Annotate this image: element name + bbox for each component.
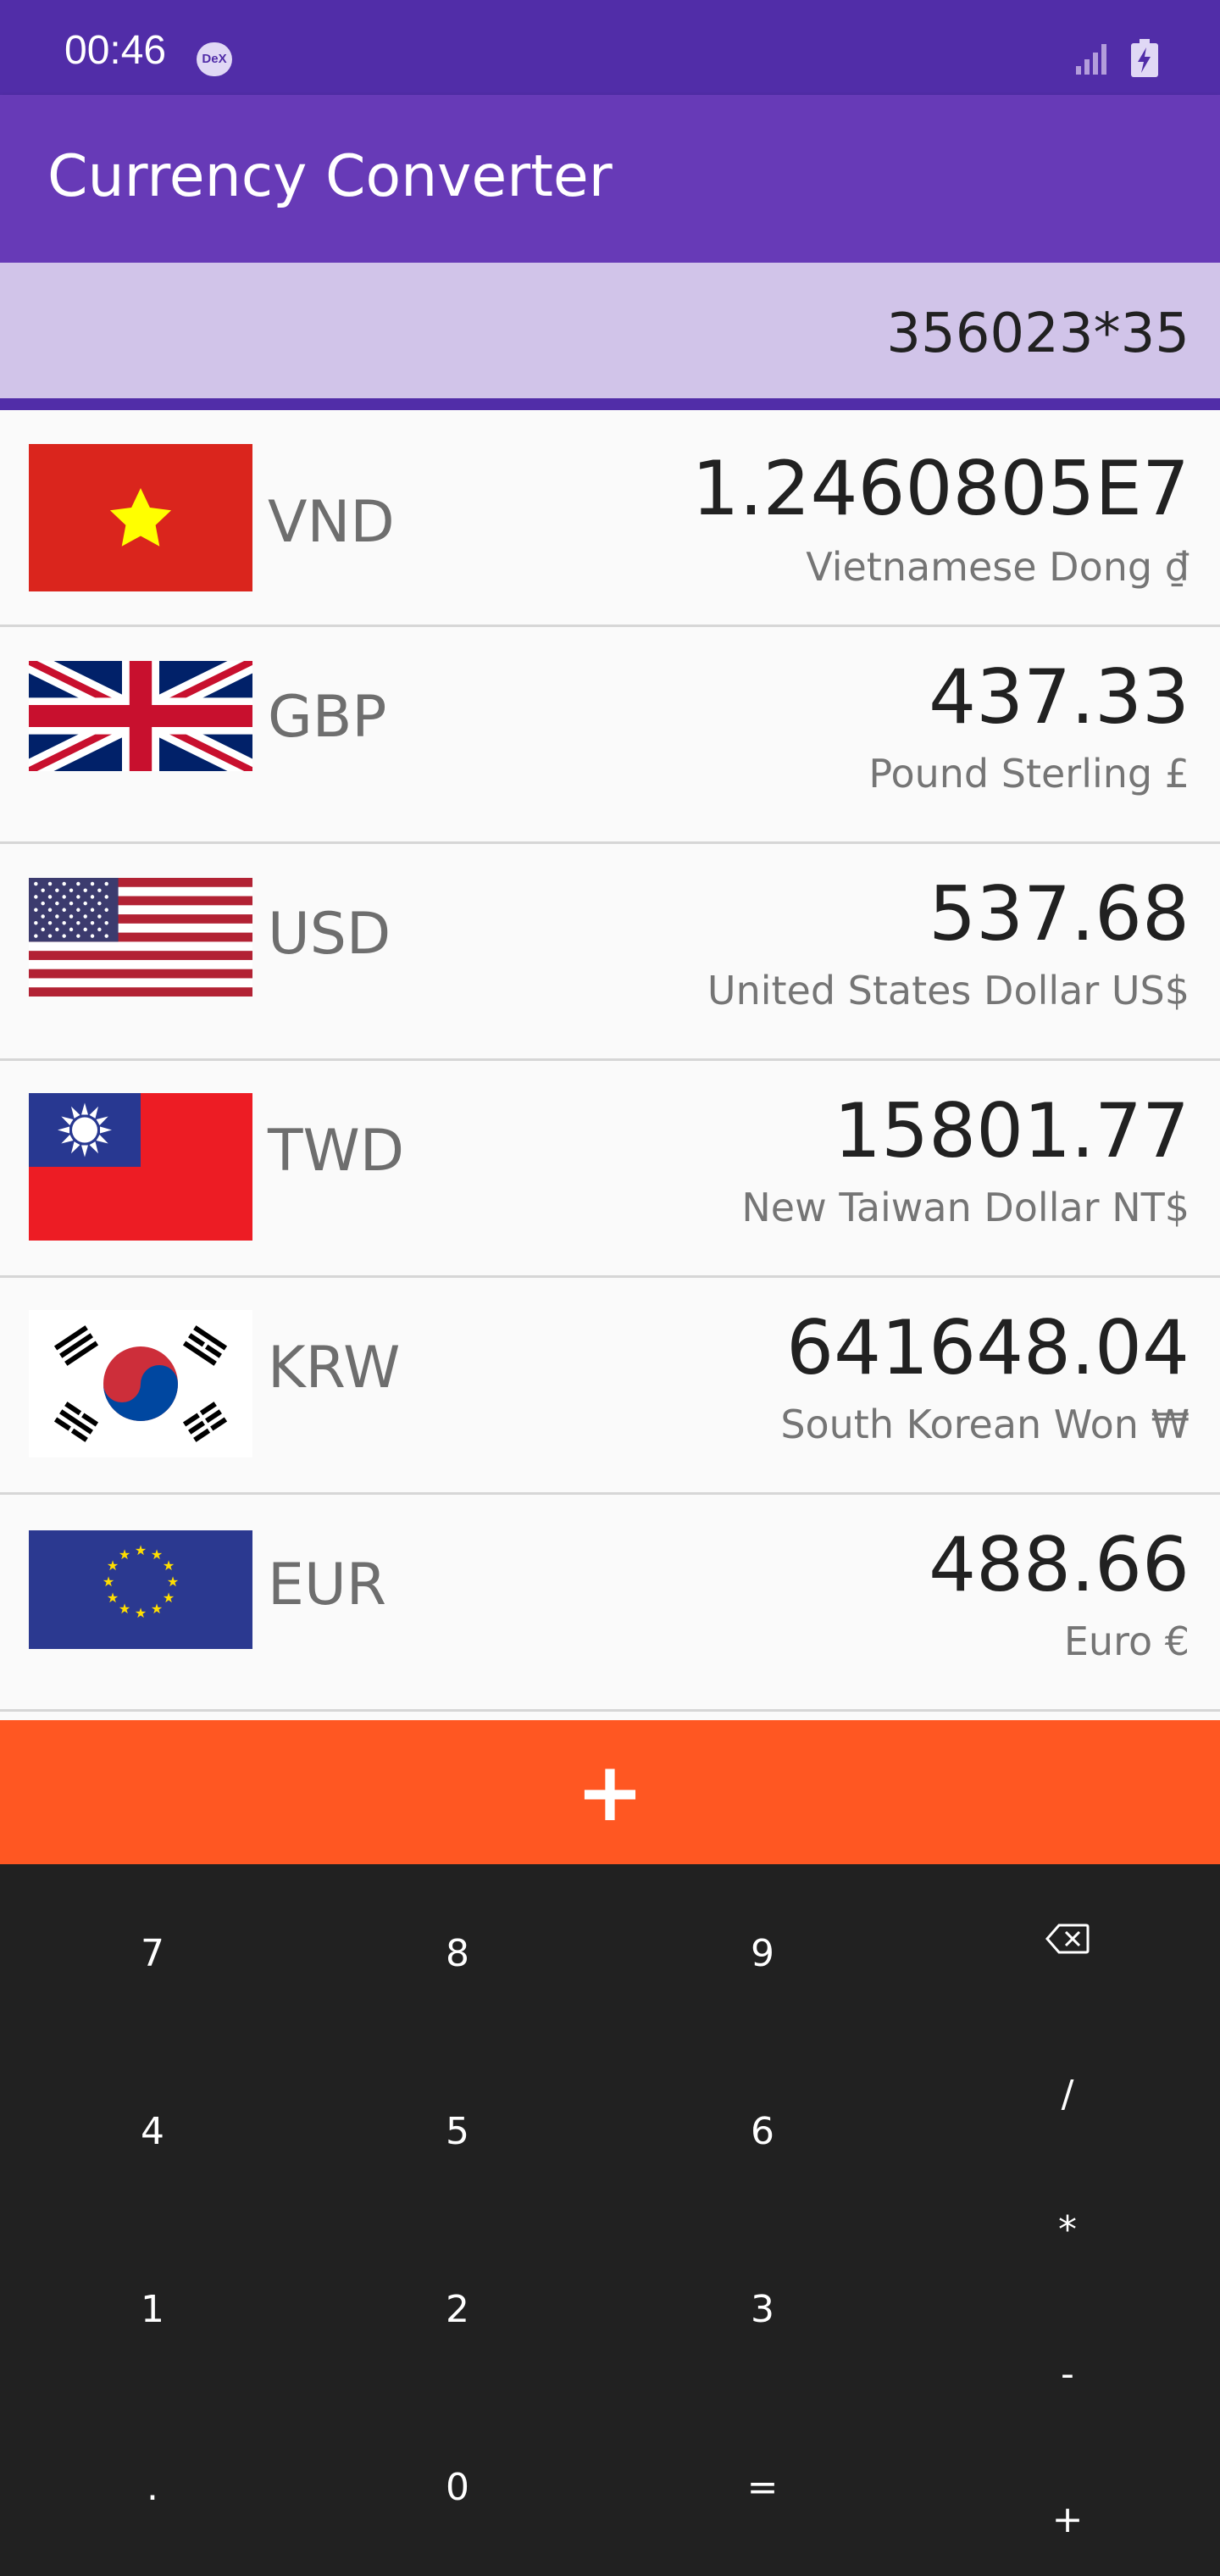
battery-charging-icon: [1130, 39, 1159, 78]
app-bar: Currency Converter: [0, 95, 1220, 263]
svg-text:★: ★: [119, 1546, 130, 1563]
currency-value: 437.33: [929, 653, 1190, 741]
currency-value: 537.68: [929, 870, 1190, 958]
currency-code: VND: [268, 489, 395, 556]
currency-code: EUR: [268, 1552, 386, 1618]
key-9[interactable]: 9: [678, 1935, 847, 1973]
dex-badge: DeX: [197, 42, 232, 76]
status-time: 00:46: [64, 28, 167, 73]
svg-text:★: ★: [151, 1601, 163, 1617]
svg-text:★: ★: [107, 1557, 119, 1574]
keypad: 7 8 9 4 5 6 1 2 3 . 0 = / * - +: [0, 1864, 1220, 2576]
korea-flag-icon: [29, 1310, 252, 1457]
key-3[interactable]: 3: [678, 2291, 847, 2329]
key-8[interactable]: 8: [373, 1935, 542, 1973]
expression-display[interactable]: 356023*35: [0, 263, 1220, 400]
currency-name: Pound Sterling £: [868, 751, 1190, 797]
currency-name: United States Dollar US$: [707, 968, 1190, 1013]
currency-row-usd[interactable]: USD 537.68 United States Dollar US$: [0, 844, 1220, 1061]
currency-name: New Taiwan Dollar NT$: [741, 1185, 1190, 1230]
key-0[interactable]: 0: [373, 2469, 542, 2507]
taiwan-flag-icon: [29, 1093, 252, 1241]
currency-value: 15801.77: [834, 1087, 1190, 1174]
svg-text:★: ★: [107, 1590, 119, 1606]
svg-text:★: ★: [167, 1574, 179, 1590]
currency-code: USD: [268, 901, 391, 968]
key-7[interactable]: 7: [68, 1935, 237, 1973]
key-add[interactable]: +: [983, 2501, 1152, 2539]
key-5[interactable]: 5: [373, 2113, 542, 2151]
backspace-icon[interactable]: [983, 1924, 1152, 1961]
currency-name: Vietnamese Dong ₫: [806, 544, 1190, 590]
key-decimal[interactable]: .: [68, 2469, 237, 2507]
svg-text:★: ★: [135, 1605, 147, 1621]
currency-list[interactable]: VND 1.2460805E7 Vietnamese Dong ₫ GBP 43…: [0, 410, 1220, 1712]
svg-text:★: ★: [103, 1574, 114, 1590]
key-4[interactable]: 4: [68, 2113, 237, 2151]
key-6[interactable]: 6: [678, 2113, 847, 2151]
currency-row-eur[interactable]: ★ ★ ★ ★ ★ ★ ★ ★ ★ ★ ★ ★ EUR 488.66 Euro …: [0, 1495, 1220, 1712]
currency-name: Euro €: [1063, 1618, 1190, 1664]
currency-value: 488.66: [929, 1521, 1190, 1608]
svg-text:★: ★: [163, 1557, 175, 1574]
eu-flag-icon: ★ ★ ★ ★ ★ ★ ★ ★ ★ ★ ★ ★: [29, 1530, 252, 1649]
key-subtract[interactable]: -: [983, 2356, 1152, 2393]
add-currency-label: +: [575, 1745, 645, 1840]
svg-text:★: ★: [135, 1542, 147, 1558]
currency-row-twd[interactable]: TWD 15801.77 New Taiwan Dollar NT$: [0, 1061, 1220, 1278]
currency-row-krw[interactable]: KRW 641648.04 South Korean Won ₩: [0, 1278, 1220, 1495]
uk-flag-icon: [29, 661, 252, 771]
vietnam-flag-icon: [29, 444, 252, 591]
signal-icon: [1074, 42, 1108, 76]
currency-value: 1.2460805E7: [691, 445, 1190, 532]
currency-code: GBP: [268, 684, 387, 751]
svg-text:★: ★: [151, 1546, 163, 1563]
currency-name: South Korean Won ₩: [780, 1402, 1190, 1447]
key-2[interactable]: 2: [373, 2291, 542, 2329]
currency-row-gbp[interactable]: GBP 437.33 Pound Sterling £: [0, 627, 1220, 844]
svg-text:★: ★: [119, 1601, 130, 1617]
app-title: Currency Converter: [47, 143, 613, 210]
key-equals[interactable]: =: [678, 2469, 847, 2507]
key-divide[interactable]: /: [983, 2076, 1152, 2113]
key-multiply[interactable]: *: [983, 2212, 1152, 2249]
expression-text: 356023*35: [886, 303, 1190, 365]
svg-text:★: ★: [163, 1590, 175, 1606]
add-currency-button[interactable]: +: [0, 1720, 1220, 1864]
currency-row-vnd[interactable]: VND 1.2460805E7 Vietnamese Dong ₫: [0, 410, 1220, 627]
key-1[interactable]: 1: [68, 2291, 237, 2329]
status-bar: 00:46 DeX: [0, 0, 1220, 95]
expression-underline: [0, 398, 1220, 410]
currency-code: KRW: [268, 1335, 401, 1402]
us-flag-icon: [29, 878, 252, 997]
currency-value: 641648.04: [786, 1304, 1190, 1391]
currency-code: TWD: [268, 1118, 405, 1185]
